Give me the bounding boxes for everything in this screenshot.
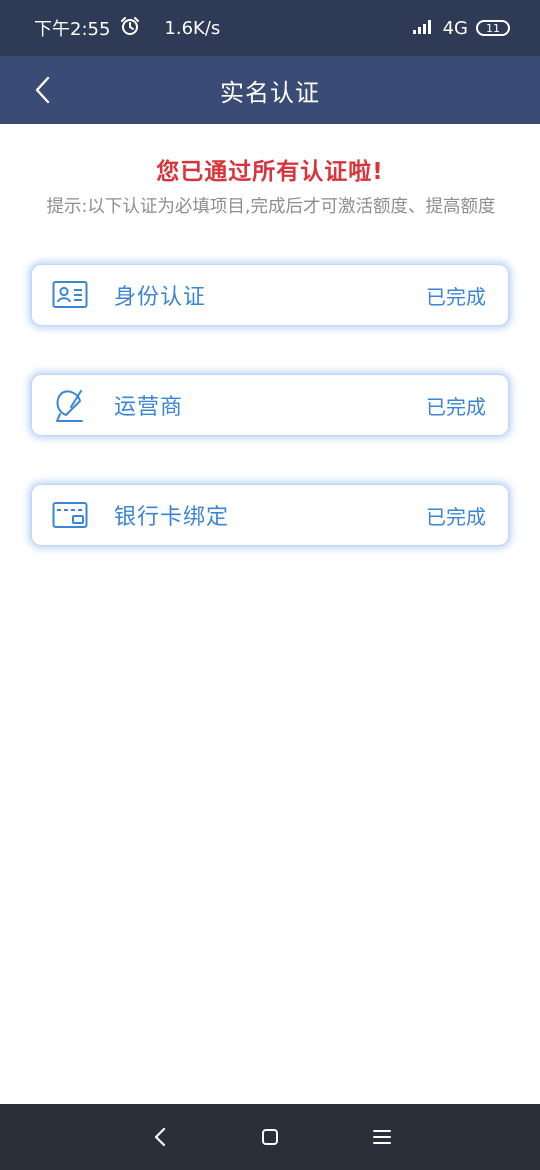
card-label: 身份认证 [114,285,207,310]
menu-icon [373,1130,391,1144]
nav-bar: 实名认证 [0,56,540,124]
battery-icon: 11 [476,20,510,36]
card-carrier[interactable]: 运营商 已完成 [31,374,509,436]
network-speed: 1.6K/s [164,17,221,39]
system-home-button[interactable] [255,1122,285,1152]
signal-icon [412,18,435,39]
system-menu-button[interactable] [367,1122,397,1152]
back-icon [154,1127,166,1147]
card-label: 运营商 [114,395,184,420]
battery-level: 11 [486,21,500,35]
alarm-icon [120,16,140,41]
status-time: 下午2:55 [34,19,111,40]
success-headline: 您已通过所有认证啦! [156,159,384,185]
system-nav-bar [0,1104,540,1170]
network-type: 4G [442,17,468,39]
bank-card-icon [52,497,88,533]
card-label: 银行卡绑定 [114,505,230,530]
card-status: 已完成 [426,284,486,309]
status-bar: 下午2:55 1.6K/s 4G 11 [0,0,540,56]
hint-text: 提示:以下认证为必填项目,完成后才可激活额度、提高额度 [46,197,496,217]
page-title: 实名认证 [220,78,320,107]
home-icon [262,1129,278,1145]
card-status: 已完成 [426,394,486,419]
card-status: 已完成 [426,504,486,529]
carrier-dish-icon [52,387,88,423]
status-left: 下午2:55 1.6K/s [34,15,220,41]
card-bank-binding[interactable]: 银行卡绑定 已完成 [31,484,509,546]
status-right: 4G 11 [412,17,510,39]
system-back-button[interactable] [145,1122,175,1152]
card-id-verification[interactable]: 身份认证 已完成 [31,264,509,326]
id-card-icon [52,277,88,313]
